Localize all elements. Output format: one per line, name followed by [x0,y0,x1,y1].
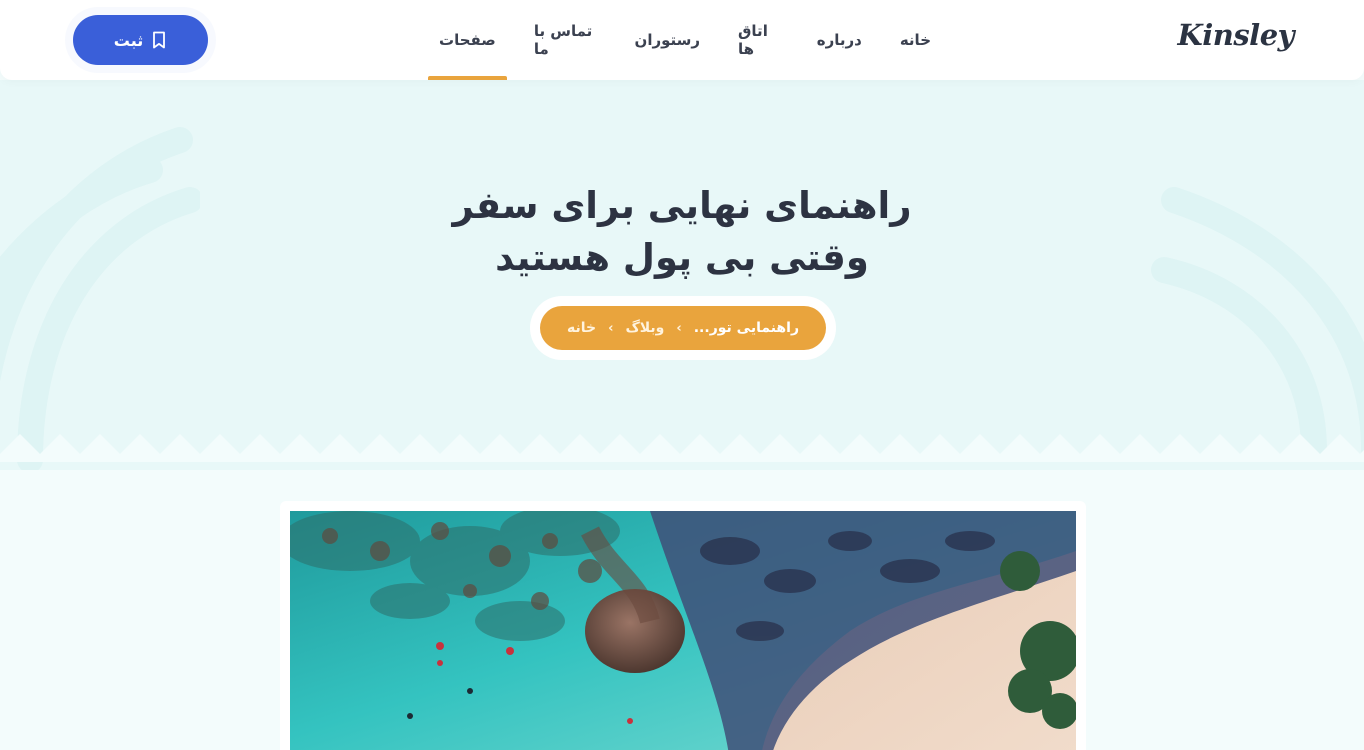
nav-item-contact[interactable]: تماس با ما [515,0,616,80]
site-logo[interactable]: Kinsley [1178,18,1295,52]
decorative-leaf-icon [1151,187,1364,460]
nav-item-about[interactable]: درباره [798,0,881,80]
nav-label: درباره [816,31,862,49]
breadcrumb: خانه › وبلاگ › راهنمایی تور... [530,296,836,360]
nav-label: اتاق ها [738,22,768,58]
nav-label: خانه [899,31,931,49]
breadcrumb-blog-link[interactable]: وبلاگ [625,320,664,336]
chevron-left-icon: › [676,320,682,336]
main-nav: خانه درباره اتاق ها رستوران تماس با ما ص… [420,0,950,80]
bookmark-icon [153,31,166,49]
featured-image-card [280,501,1086,750]
nav-label: صفحات [439,31,496,49]
page-title-line2: وقتی بی پول هستید [495,236,869,279]
page-title-line1: راهنمای نهایی برای سفر [452,184,912,227]
nav-item-home[interactable]: خانه [881,0,950,80]
decorative-leaf-icon [0,127,200,470]
hero-zigzag-divider [0,434,1364,462]
chevron-left-icon: › [608,320,614,336]
breadcrumb-home-link[interactable]: خانه [567,320,596,336]
page-title: راهنمای نهایی برای سفر وقتی بی پول هستید [382,180,982,284]
book-button-label: ثبت [113,30,144,50]
aerial-beach-photo [290,511,1076,750]
breadcrumb-current: راهنمایی تور... [693,320,800,336]
nav-item-restaurant[interactable]: رستوران [616,0,720,80]
breadcrumb-pill: خانه › وبلاگ › راهنمایی تور... [540,306,826,350]
site-header: Kinsley خانه درباره اتاق ها رستوران تماس… [0,0,1364,80]
nav-label: تماس با ما [533,22,593,58]
nav-item-pages[interactable]: صفحات [420,0,515,80]
nav-label: رستوران [634,31,701,49]
nav-item-rooms[interactable]: اتاق ها [719,0,798,80]
book-button[interactable]: ثبت [73,15,208,65]
